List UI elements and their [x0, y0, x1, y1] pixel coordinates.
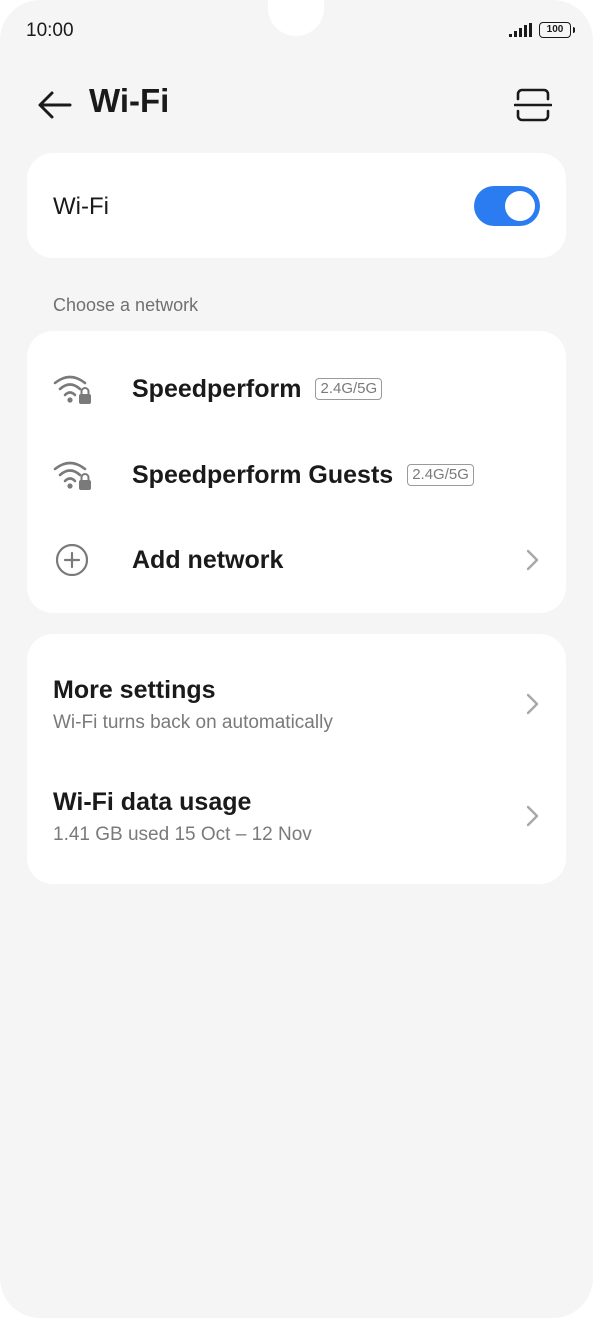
- status-icons: 100: [509, 22, 575, 38]
- chevron-right-icon: [526, 805, 539, 827]
- add-circle-icon: [55, 544, 89, 576]
- add-network-label-group: Add network: [132, 517, 283, 603]
- wifi-toggle-card: Wi-Fi: [27, 153, 566, 258]
- wifi-toggle-label: Wi-Fi: [53, 193, 109, 220]
- phone-screen: 10:00 100 Wi-Fi Wi-Fi Choose a network S…: [0, 0, 593, 1318]
- wifi-toggle-switch[interactable]: [474, 186, 540, 226]
- page-title: Wi-Fi: [89, 82, 170, 119]
- network-name: Speedperform Guests: [132, 460, 394, 489]
- wifi-locked-icon: [53, 375, 91, 404]
- setting-title: Wi-Fi data usage: [53, 788, 252, 816]
- network-list-card: Speedperform 2.4G/5G Speedperform Guests…: [27, 331, 566, 613]
- section-label-choose-network: Choose a network: [53, 295, 199, 315]
- network-item[interactable]: Speedperform Guests 2.4G/5G: [27, 432, 566, 518]
- setting-title: More settings: [53, 676, 216, 704]
- network-name-group: Speedperform 2.4G/5G: [132, 346, 383, 432]
- band-badge: 2.4G/5G: [315, 378, 383, 400]
- settings-card: More settings Wi-Fi turns back on automa…: [27, 634, 566, 884]
- back-button[interactable]: [36, 88, 74, 122]
- status-bar: 10:00 100: [0, 0, 593, 60]
- network-name-group: Speedperform Guests 2.4G/5G: [132, 432, 474, 518]
- scan-qr-button[interactable]: [513, 86, 553, 124]
- network-item[interactable]: Speedperform 2.4G/5G: [27, 346, 566, 432]
- back-arrow-icon: [38, 91, 72, 119]
- status-time: 10:00: [26, 20, 74, 41]
- network-name: Speedperform: [132, 374, 302, 403]
- wifi-data-usage-item[interactable]: Wi-Fi data usage 1.41 GB used 15 Oct – 1…: [27, 760, 566, 872]
- chevron-right-icon: [526, 693, 539, 715]
- add-network-label: Add network: [132, 545, 284, 574]
- band-badge: 2.4G/5G: [407, 464, 474, 486]
- toggle-knob: [505, 191, 535, 221]
- chevron-right-icon: [526, 549, 539, 571]
- setting-subtitle: 1.41 GB used 15 Oct – 12 Nov: [53, 824, 312, 845]
- battery-icon: 100: [539, 22, 575, 38]
- scan-qr-icon: [513, 88, 553, 122]
- more-settings-item[interactable]: More settings Wi-Fi turns back on automa…: [27, 648, 566, 760]
- setting-subtitle: Wi-Fi turns back on automatically: [53, 712, 333, 733]
- wifi-locked-icon: [53, 461, 91, 490]
- header: Wi-Fi: [0, 70, 593, 140]
- add-network-button[interactable]: Add network: [27, 517, 566, 603]
- signal-icon: [509, 23, 532, 37]
